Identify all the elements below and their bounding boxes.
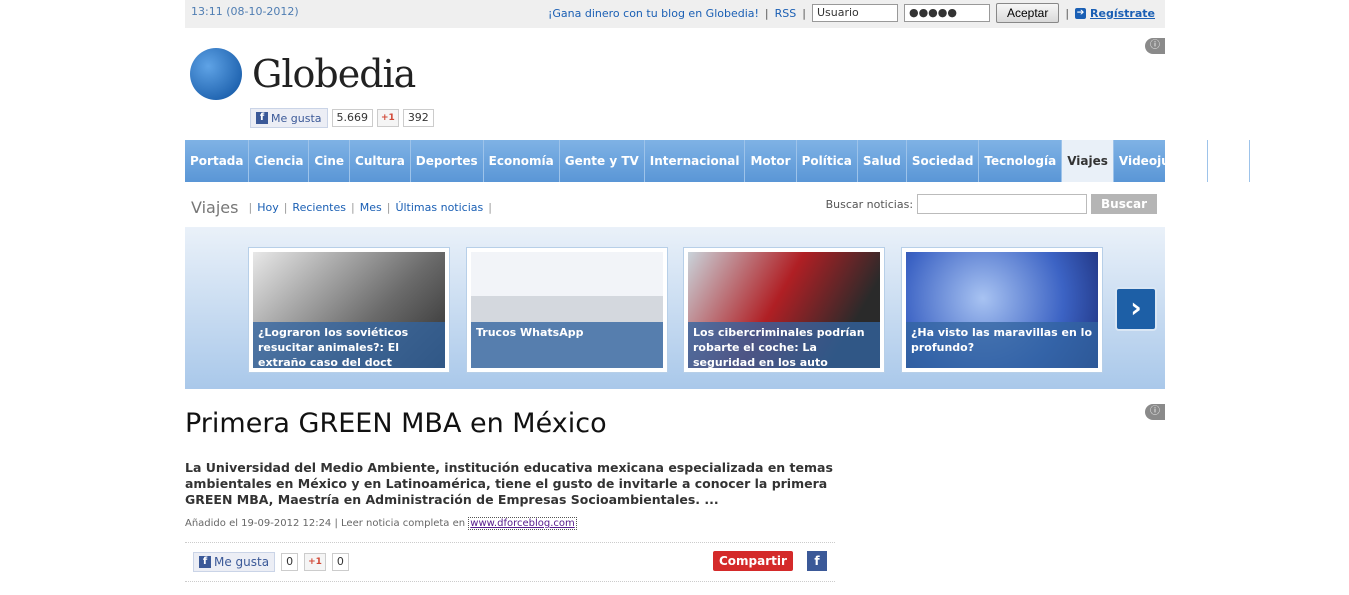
nav-item-economia[interactable]: Economía <box>484 140 560 182</box>
nav-item-salud[interactable]: Salud <box>858 140 907 182</box>
subnav-link-hoy[interactable]: Hoy <box>252 201 284 214</box>
article-summary: La Universidad del Medio Ambiente, insti… <box>185 460 833 507</box>
site-logo[interactable]: Globedia <box>190 48 416 100</box>
promo-link[interactable]: ¡Gana dinero con tu blog en Globedia! <box>548 7 759 20</box>
password-input[interactable]: ●●●●● <box>903 4 990 22</box>
carousel-card[interactable]: ¿Lograron los soviéticos resucitar anima… <box>248 247 450 373</box>
like-count: 5.669 <box>331 109 373 127</box>
nav-item-ciencia[interactable]: Ciencia <box>249 140 310 182</box>
logo-text: Globedia <box>252 52 416 96</box>
plus-icon[interactable]: + <box>1255 153 1268 169</box>
carousel-card[interactable]: Trucos WhatsApp <box>466 247 668 373</box>
news-carousel: ¿Lograron los soviéticos resucitar anima… <box>185 227 1165 389</box>
rss-link[interactable]: RSS <box>775 7 797 20</box>
carousel-card[interactable]: ¿Ha visto las maravillas en lo profundo? <box>901 247 1103 373</box>
search-input[interactable] <box>917 194 1088 214</box>
carousel-next-arrow-icon[interactable]: › <box>1115 287 1157 331</box>
article-share-bar: f Me gusta 0 +1 0 Compartir f <box>185 542 835 582</box>
gplus-button[interactable]: +1 <box>377 109 399 127</box>
section-subnav: Viajes | Hoy | Recientes | Mes | Últimas… <box>185 192 1165 222</box>
nav-item-cine[interactable]: Cine <box>309 140 351 182</box>
nav-item-gente-y-tv[interactable]: Gente y TV <box>560 140 645 182</box>
facebook-icon: f <box>256 112 268 124</box>
article-source-link[interactable]: www.dforceblog.com <box>468 517 577 530</box>
card-caption: ¿Lograron los soviéticos resucitar anima… <box>253 322 445 369</box>
subnav-link-ultimas[interactable]: Últimas noticias <box>390 201 488 214</box>
carousel-card[interactable]: Los cibercriminales podrían robarte el c… <box>683 247 885 373</box>
nav-item-vivir[interactable]: Vivir <box>1208 140 1250 182</box>
card-caption: Los cibercriminales podrían robarte el c… <box>688 322 880 369</box>
register-link[interactable]: ➔ Regístrate <box>1075 7 1155 20</box>
nav-item-internacional[interactable]: Internacional <box>645 140 746 182</box>
nav-item-viajes[interactable]: Viajes <box>1062 140 1114 182</box>
like-label: Me gusta <box>271 111 322 125</box>
article-meta-text: Añadido el 19-09-2012 12:24 | Leer notic… <box>185 518 466 529</box>
share-button[interactable]: Compartir <box>713 551 793 571</box>
search-button[interactable]: Buscar <box>1091 194 1157 214</box>
search-label: Buscar noticias: <box>825 197 914 211</box>
article-title[interactable]: Primera GREEN MBA en México <box>185 408 607 439</box>
facebook-like-button[interactable]: f Me gusta <box>250 108 328 128</box>
social-buttons: f Me gusta 5.669 +1 392 <box>250 108 434 128</box>
arrow-right-icon: ➔ <box>1075 7 1087 19</box>
section-title: Viajes <box>191 197 239 217</box>
separator: | <box>802 6 806 20</box>
separator: | <box>488 200 492 214</box>
subnav-link-recientes[interactable]: Recientes <box>287 201 351 214</box>
nav-item-portada[interactable]: Portada <box>185 140 250 182</box>
gplus-button[interactable]: +1 <box>304 553 326 571</box>
nav-item-politica[interactable]: Política <box>797 140 858 182</box>
top-bar-right: ¡Gana dinero con tu blog en Globedia! | … <box>548 3 1155 23</box>
main-nav: Portada Ciencia Cine Cultura Deportes Ec… <box>185 140 1268 182</box>
nav-item-tecnologia[interactable]: Tecnología <box>979 140 1063 182</box>
globe-logo-icon <box>190 48 242 100</box>
top-bar: 13:11 (08-10-2012) ¡Gana dinero con tu b… <box>185 0 1165 28</box>
separator: | <box>1065 6 1070 20</box>
nav-item-videojuegos[interactable]: Videojuegos <box>1114 140 1208 182</box>
datetime: 13:11 (08-10-2012) <box>191 5 299 18</box>
news-search: Buscar noticias: Buscar <box>826 194 1157 214</box>
like-label: Me gusta <box>214 555 270 569</box>
nav-item-cultura[interactable]: Cultura <box>350 140 411 182</box>
like-count: 0 <box>281 553 299 571</box>
ad-info-icon[interactable]: ⓘ <box>1145 38 1165 54</box>
article-social: f Me gusta 0 +1 0 <box>193 552 349 572</box>
register-label: Regístrate <box>1090 6 1155 20</box>
separator: | <box>764 6 769 20</box>
facebook-like-button[interactable]: f Me gusta <box>193 552 276 572</box>
facebook-share-icon[interactable]: f <box>807 551 827 571</box>
article-meta: Añadido el 19-09-2012 12:24 | Leer notic… <box>185 517 577 530</box>
facebook-icon: f <box>199 556 211 568</box>
gplus-count: 0 <box>331 553 349 571</box>
gplus-count: 392 <box>402 109 434 127</box>
nav-item-deportes[interactable]: Deportes <box>411 140 484 182</box>
username-input[interactable]: Usuario <box>811 4 898 22</box>
card-caption: ¿Ha visto las maravillas en lo profundo? <box>906 322 1098 368</box>
ad-info-icon[interactable]: ⓘ <box>1145 404 1165 420</box>
subnav-link-mes[interactable]: Mes <box>355 201 387 214</box>
nav-item-sociedad[interactable]: Sociedad <box>907 140 980 182</box>
nav-item-motor[interactable]: Motor <box>745 140 797 182</box>
card-caption: Trucos WhatsApp <box>471 322 663 368</box>
login-accept-button[interactable]: Aceptar <box>995 3 1060 23</box>
